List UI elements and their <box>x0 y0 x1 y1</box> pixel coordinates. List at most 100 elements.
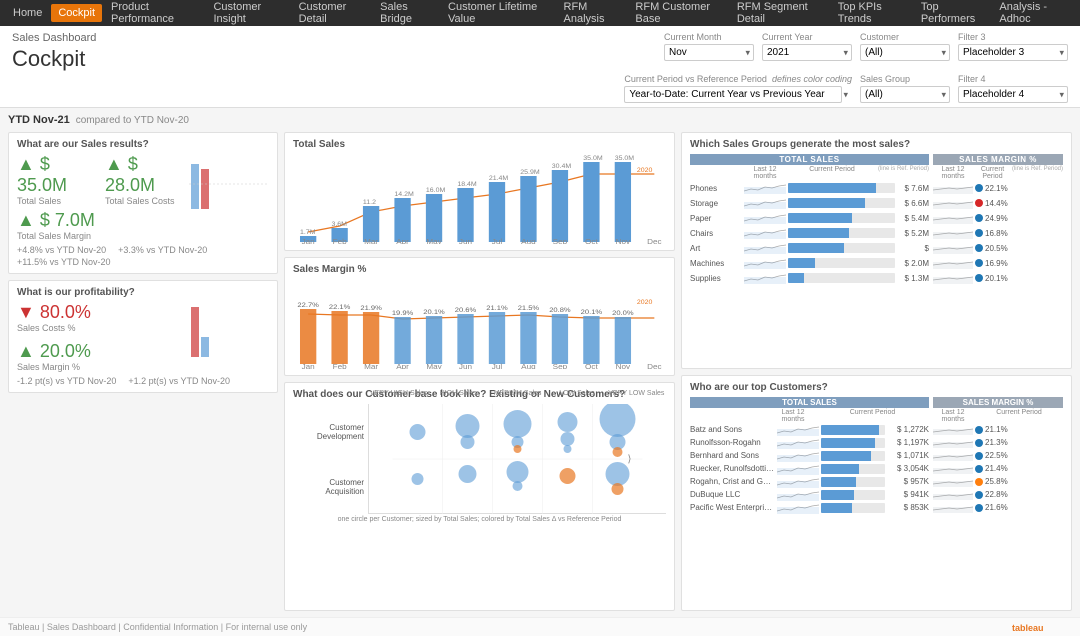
customer-table-row: Pacific West Enterprises $ 853K <box>690 502 929 514</box>
period-label: Current Period vs Reference Period defin… <box>624 74 852 84</box>
total-sales-costs-kpi: $ 28.0M Total Sales Costs <box>105 154 181 206</box>
sales-margin-row: 16.9% <box>933 256 1063 270</box>
header: Sales Dashboard Cockpit Current Month No… <box>0 26 1080 108</box>
sales-group-row: Paper $ 5.4M <box>690 211 929 225</box>
filter3-select[interactable]: Placeholder 3 <box>958 44 1068 61</box>
period-select[interactable]: Year-to-Date: Current Year vs Previous Y… <box>624 86 842 103</box>
svg-text:22.7%: 22.7% <box>297 302 319 308</box>
nav-customer-detail[interactable]: Customer Detail <box>292 0 372 28</box>
filter4-label: Filter 4 <box>958 74 1068 84</box>
nav-customer-lifetime-value[interactable]: Customer Lifetime Value <box>441 0 554 28</box>
current-month-label: Current Month <box>664 32 754 42</box>
total-sales-costs-label: Total Sales Costs <box>105 196 181 206</box>
profit-change-0: -1.2 pt(s) vs YTD Nov-20 <box>17 376 116 386</box>
nav-top-kpis[interactable]: Top KPIs Trends <box>831 0 912 28</box>
customer-table-row: Rogahn, Crist and Gulgowski $ 957K <box>690 476 929 488</box>
current-month-select[interactable]: Nov <box>664 44 754 61</box>
svg-text:Mar: Mar <box>364 363 379 369</box>
svg-text:20.1%: 20.1% <box>423 309 445 315</box>
total-sales-svg: Jan Feb Mar Apr May Jun Jul Aug Sep Oct … <box>293 154 666 244</box>
svg-text:21.5%: 21.5% <box>518 305 540 311</box>
svg-text:14.2M: 14.2M <box>394 191 413 197</box>
customer-label: Customer <box>860 32 950 42</box>
svg-text:Oct: Oct <box>585 238 599 244</box>
sales-margin-pct-value: 20.0% <box>17 341 181 362</box>
sales-bar-chart <box>189 154 269 209</box>
nav-top-performers[interactable]: Top Performers <box>914 0 991 28</box>
customer-table-row: Bernhard and Sons $ 1,071K <box>690 450 929 462</box>
sales-margin-row: 22.1% <box>933 181 1063 195</box>
svg-text:25.9M: 25.9M <box>520 169 539 175</box>
svg-text:Mar: Mar <box>364 238 379 244</box>
nav-rfm-customer-base[interactable]: RFM Customer Base <box>628 0 727 28</box>
tableau-logo: tableau <box>1012 620 1072 634</box>
total-sales-change: +4.8% vs YTD Nov-20 <box>17 245 106 255</box>
svg-text:Jan: Jan <box>302 363 315 369</box>
customers-total-sales-header: TOTAL SALES <box>690 397 929 408</box>
current-year-select[interactable]: 2021 <box>762 44 852 61</box>
filters-panel: Current Month Nov Current Year 2021 Cust… <box>664 32 1068 61</box>
total-sales-costs-value: $ 28.0M <box>105 154 181 196</box>
total-margin-label: Total Sales Margin <box>17 231 181 241</box>
total-margin-value: $ 7.0M <box>17 210 181 231</box>
nav-rfm-analysis[interactable]: RFM Analysis <box>557 0 627 28</box>
filter3-label: Filter 3 <box>958 32 1068 42</box>
nav-sales-bridge[interactable]: Sales Bridge <box>373 0 439 28</box>
profitability-title: What is our profitability? <box>17 287 269 298</box>
sales-group-select[interactable]: (All) <box>860 86 950 103</box>
svg-text:20.0%: 20.0% <box>612 310 634 316</box>
margin-panel-header: SALES MARGIN % <box>933 154 1063 165</box>
sales-groups-rows: Phones $ 7.6M Storage $ 6.6M Paper $ 5.4… <box>690 181 929 285</box>
customer-margin-row: 22.5% <box>933 450 1063 462</box>
col-label-very-low: VERY LOW Sales <box>607 390 666 397</box>
nav-customer-insight[interactable]: Customer Insight <box>206 0 289 28</box>
svg-text:Feb: Feb <box>333 238 347 244</box>
svg-text:16.0M: 16.0M <box>426 187 445 193</box>
svg-text:Jul: Jul <box>492 363 503 369</box>
sales-margin-svg: 22.7% 22.1% 21.9% 19.9% 20.1% 20.6% 21.1… <box>293 279 666 369</box>
ytd-row: YTD Nov-21 compared to YTD Nov-20 <box>8 114 1072 126</box>
row-label-acquisition: Customer Acquisition <box>293 478 364 496</box>
col-label-medium: MEDIUM Sales <box>488 390 547 397</box>
customer-margin-row: 25.8% <box>933 476 1063 488</box>
sales-group-row: Machines $ 2.0M <box>690 256 929 270</box>
page-title: Cockpit <box>12 46 96 72</box>
svg-text:May: May <box>426 363 442 369</box>
total-margin-kpi: $ 7.0M Total Sales Margin <box>17 210 181 241</box>
nav-cockpit[interactable]: Cockpit <box>51 4 102 22</box>
sales-results-title: What are our Sales results? <box>17 139 269 150</box>
sales-margin-row: 14.4% <box>933 196 1063 210</box>
svg-text:Feb: Feb <box>333 363 347 369</box>
row-label-development: Customer Development <box>293 423 364 441</box>
svg-text:20.6%: 20.6% <box>455 307 477 313</box>
bubble-note: one circle per Customer; sized by Total … <box>293 516 666 523</box>
filter4-select[interactable]: Placeholder 4 <box>958 86 1068 103</box>
sales-margin-row: 20.5% <box>933 241 1063 255</box>
customer-select[interactable]: (All) <box>860 44 950 61</box>
customer-margin-row: 21.6% <box>933 502 1063 514</box>
main-content: YTD Nov-21 compared to YTD Nov-20 What a… <box>0 108 1080 617</box>
profitability-bar-chart <box>189 302 269 357</box>
customer-base-section: What does our Customer base look like? E… <box>284 382 675 611</box>
svg-text:30.4M: 30.4M <box>552 163 571 169</box>
sales-group-label: Sales Group <box>860 74 950 84</box>
total-sales-chart-section: Total Sales <box>284 132 675 251</box>
breadcrumb: Sales Dashboard <box>12 32 96 44</box>
svg-text:3.6M: 3.6M <box>331 221 347 227</box>
svg-text:Apr: Apr <box>396 238 409 244</box>
svg-text:Aug: Aug <box>521 238 536 244</box>
footer-text: Tableau | Sales Dashboard | Confidential… <box>8 622 307 632</box>
nav-rfm-segment-detail[interactable]: RFM Segment Detail <box>730 0 829 28</box>
nav-product-performance[interactable]: Product Performance <box>104 0 204 28</box>
sales-margin-pct-label: Sales Margin % <box>17 362 181 372</box>
svg-text:Jun: Jun <box>459 238 472 244</box>
customer-table-row: DuBuque LLC $ 941K <box>690 489 929 501</box>
svg-text:tableau: tableau <box>1012 623 1044 633</box>
middle-column: Total Sales <box>284 132 675 611</box>
sales-group-row: Phones $ 7.6M <box>690 181 929 195</box>
sales-group-row: Supplies $ 1.3M <box>690 271 929 285</box>
svg-text:2020: 2020 <box>637 167 653 173</box>
nav-home[interactable]: Home <box>6 4 49 22</box>
svg-text:21.4M: 21.4M <box>489 175 508 181</box>
nav-analysis-adhoc[interactable]: Analysis - Adhoc <box>992 0 1074 28</box>
